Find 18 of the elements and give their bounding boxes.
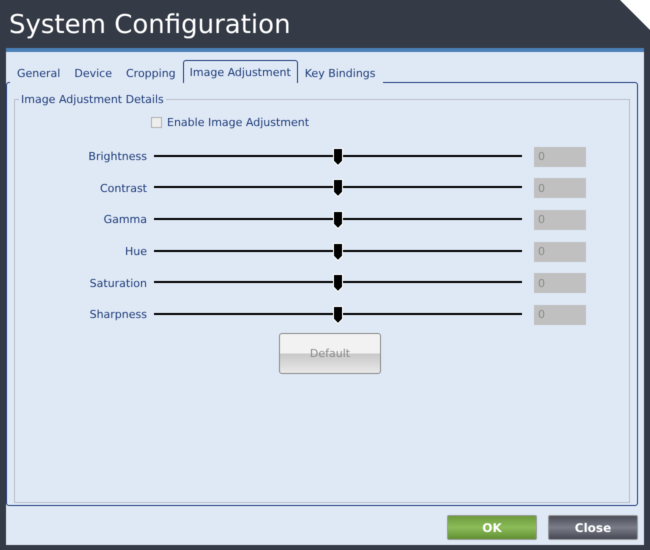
close-button[interactable]: Close xyxy=(548,515,638,540)
slider-label: Brightness xyxy=(87,150,147,164)
group-title: Image Adjustment Details xyxy=(20,93,165,106)
checkbox-label: Enable Image Adjustment xyxy=(167,116,310,129)
ok-button[interactable]: OK xyxy=(447,515,537,540)
slider-label: Contrast xyxy=(98,182,147,195)
slider-label: Hue xyxy=(124,245,147,258)
tab[interactable]: Image Adjustment xyxy=(182,60,298,83)
slider-label: Saturation xyxy=(88,276,147,290)
slider-label: Gamma xyxy=(102,213,147,226)
slider-label: Sharpness xyxy=(88,308,147,322)
slider-thumb[interactable] xyxy=(333,210,343,229)
slider-thumb[interactable] xyxy=(333,274,343,292)
slider-thumb[interactable] xyxy=(333,148,343,166)
window-title: System Configuration xyxy=(8,9,292,42)
slider-thumb[interactable] xyxy=(333,242,343,261)
slider-thumb[interactable] xyxy=(333,306,343,324)
slider-thumb[interactable] xyxy=(333,179,343,198)
